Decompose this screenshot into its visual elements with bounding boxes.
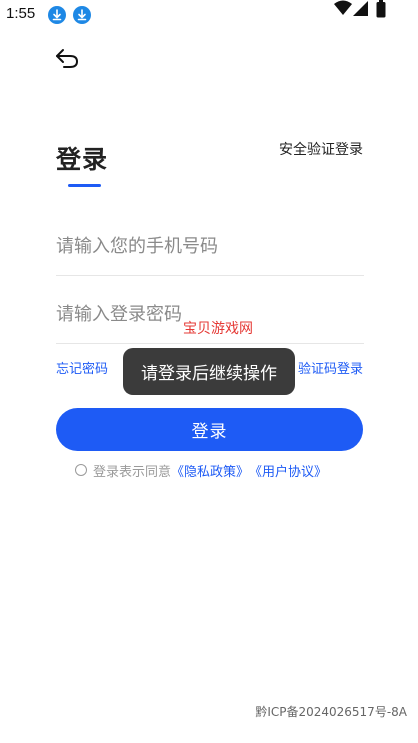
agreement-row: 登录表示同意 《隐私政策》 《用户协议》 bbox=[75, 461, 327, 480]
title-underline bbox=[68, 184, 101, 187]
download-icon bbox=[48, 6, 66, 24]
security-verify-login-link[interactable]: 安全验证登录 bbox=[279, 139, 363, 159]
toast-text: 请登录后继续操作 bbox=[141, 364, 277, 384]
icp-record: 黔ICP备2024026517号-8A bbox=[255, 705, 407, 719]
phone-field bbox=[56, 236, 364, 276]
login-button[interactable]: 登录 bbox=[56, 408, 363, 451]
download-icon bbox=[73, 6, 91, 24]
privacy-policy-link[interactable]: 《隐私政策》 bbox=[171, 461, 249, 480]
battery-icon bbox=[376, 0, 386, 22]
page-title: 登录 bbox=[56, 145, 109, 174]
wifi-icon bbox=[334, 0, 352, 20]
signal-icon bbox=[353, 0, 368, 20]
status-bar: 1:55 bbox=[0, 0, 418, 30]
toast: 请登录后继续操作 bbox=[123, 348, 295, 395]
code-login-link[interactable]: 验证码登录 bbox=[298, 358, 363, 377]
agreement-radio[interactable] bbox=[75, 464, 87, 476]
watermark-text: 宝贝游戏网 bbox=[183, 321, 253, 337]
phone-input[interactable] bbox=[56, 236, 364, 257]
back-button[interactable] bbox=[52, 44, 82, 72]
user-agreement-link[interactable]: 《用户协议》 bbox=[249, 461, 327, 480]
status-time: 1:55 bbox=[6, 5, 36, 22]
back-arrow-icon bbox=[56, 49, 79, 68]
agreement-prefix: 登录表示同意 bbox=[93, 464, 172, 480]
forgot-password-link[interactable]: 忘记密码 bbox=[56, 358, 108, 377]
